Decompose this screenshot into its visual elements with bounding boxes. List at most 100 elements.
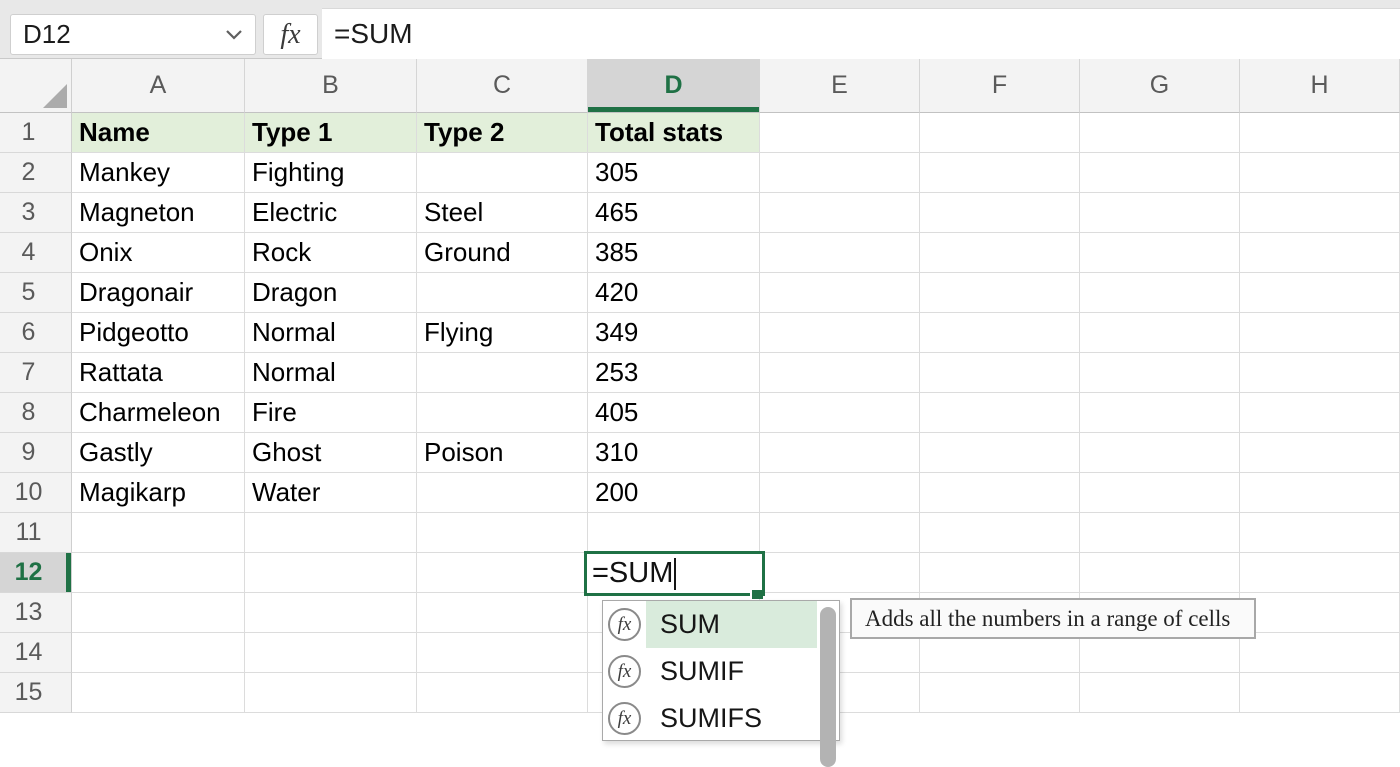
cell-D2[interactable]: 305 (588, 153, 760, 193)
cell-A2[interactable]: Mankey (72, 153, 245, 193)
cell-A12[interactable] (72, 553, 245, 593)
row-header-9[interactable]: 9 (0, 433, 72, 473)
cell-A7[interactable]: Rattata (72, 353, 245, 393)
cell-E2[interactable] (760, 153, 920, 193)
cell-F14[interactable] (920, 633, 1080, 673)
cell-D3[interactable]: 465 (588, 193, 760, 233)
cell-D11[interactable] (588, 513, 760, 553)
row-header-12[interactable]: 12 (0, 553, 72, 593)
fill-handle[interactable] (750, 590, 763, 599)
cell-B3[interactable]: Electric (245, 193, 417, 233)
cell-C11[interactable] (417, 513, 588, 553)
cell-A15[interactable] (72, 673, 245, 713)
cell-G11[interactable] (1080, 513, 1240, 553)
dropdown-scrollbar-thumb[interactable] (820, 607, 836, 767)
cell-F15[interactable] (920, 673, 1080, 713)
cell-H13[interactable] (1240, 593, 1400, 633)
cell-B1[interactable]: Type 1 (245, 113, 417, 153)
column-header-D[interactable]: D (588, 59, 760, 113)
cell-B7[interactable]: Normal (245, 353, 417, 393)
cell-H2[interactable] (1240, 153, 1400, 193)
cell-C12[interactable] (417, 553, 588, 593)
cell-D9[interactable]: 310 (588, 433, 760, 473)
cell-E1[interactable] (760, 113, 920, 153)
column-header-B[interactable]: B (245, 59, 417, 113)
cell-E8[interactable] (760, 393, 920, 433)
cell-B15[interactable] (245, 673, 417, 713)
cell-D7[interactable]: 253 (588, 353, 760, 393)
cell-G7[interactable] (1080, 353, 1240, 393)
cell-B9[interactable]: Ghost (245, 433, 417, 473)
cell-C3[interactable]: Steel (417, 193, 588, 233)
cell-D5[interactable]: 420 (588, 273, 760, 313)
cell-B11[interactable] (245, 513, 417, 553)
column-header-E[interactable]: E (760, 59, 920, 113)
cell-H3[interactable] (1240, 193, 1400, 233)
row-header-4[interactable]: 4 (0, 233, 72, 273)
cell-F8[interactable] (920, 393, 1080, 433)
cell-F1[interactable] (920, 113, 1080, 153)
column-header-F[interactable]: F (920, 59, 1080, 113)
cell-A3[interactable]: Magneton (72, 193, 245, 233)
cell-H7[interactable] (1240, 353, 1400, 393)
row-header-13[interactable]: 13 (0, 593, 72, 633)
cell-G3[interactable] (1080, 193, 1240, 233)
cell-E12[interactable] (760, 553, 920, 593)
cell-H12[interactable] (1240, 553, 1400, 593)
cell-E11[interactable] (760, 513, 920, 553)
cell-D8[interactable]: 405 (588, 393, 760, 433)
cell-H5[interactable] (1240, 273, 1400, 313)
cell-E6[interactable] (760, 313, 920, 353)
cell-B5[interactable]: Dragon (245, 273, 417, 313)
row-header-2[interactable]: 2 (0, 153, 72, 193)
autocomplete-item-sumifs[interactable]: fxSUMIFS (603, 695, 839, 742)
cell-F11[interactable] (920, 513, 1080, 553)
cell-E4[interactable] (760, 233, 920, 273)
cell-C7[interactable] (417, 353, 588, 393)
cell-C9[interactable]: Poison (417, 433, 588, 473)
cell-G15[interactable] (1080, 673, 1240, 713)
cell-H10[interactable] (1240, 473, 1400, 513)
row-header-11[interactable]: 11 (0, 513, 72, 553)
cell-B13[interactable] (245, 593, 417, 633)
cell-G12[interactable] (1080, 553, 1240, 593)
cell-F3[interactable] (920, 193, 1080, 233)
row-header-7[interactable]: 7 (0, 353, 72, 393)
cell-C13[interactable] (417, 593, 588, 633)
cell-B8[interactable]: Fire (245, 393, 417, 433)
cell-G14[interactable] (1080, 633, 1240, 673)
cell-F5[interactable] (920, 273, 1080, 313)
cell-F12[interactable] (920, 553, 1080, 593)
cell-C15[interactable] (417, 673, 588, 713)
cell-E10[interactable] (760, 473, 920, 513)
chevron-down-icon[interactable] (225, 29, 243, 40)
row-header-3[interactable]: 3 (0, 193, 72, 233)
row-header-8[interactable]: 8 (0, 393, 72, 433)
cell-G5[interactable] (1080, 273, 1240, 313)
name-box[interactable]: D12 (10, 14, 256, 55)
cell-D4[interactable]: 385 (588, 233, 760, 273)
column-header-G[interactable]: G (1080, 59, 1240, 113)
cell-A1[interactable]: Name (72, 113, 245, 153)
cell-F6[interactable] (920, 313, 1080, 353)
cell-A6[interactable]: Pidgeotto (72, 313, 245, 353)
cell-D6[interactable]: 349 (588, 313, 760, 353)
cell-H9[interactable] (1240, 433, 1400, 473)
column-header-C[interactable]: C (417, 59, 588, 113)
cell-G1[interactable] (1080, 113, 1240, 153)
row-header-5[interactable]: 5 (0, 273, 72, 313)
cell-G10[interactable] (1080, 473, 1240, 513)
cell-F9[interactable] (920, 433, 1080, 473)
cell-E9[interactable] (760, 433, 920, 473)
cell-A9[interactable]: Gastly (72, 433, 245, 473)
cell-H14[interactable] (1240, 633, 1400, 673)
cell-B2[interactable]: Fighting (245, 153, 417, 193)
column-header-H[interactable]: H (1240, 59, 1400, 113)
cell-H4[interactable] (1240, 233, 1400, 273)
cell-B4[interactable]: Rock (245, 233, 417, 273)
cell-H1[interactable] (1240, 113, 1400, 153)
cell-F2[interactable] (920, 153, 1080, 193)
cell-H11[interactable] (1240, 513, 1400, 553)
row-header-6[interactable]: 6 (0, 313, 72, 353)
insert-function-button[interactable]: fx (263, 14, 318, 55)
